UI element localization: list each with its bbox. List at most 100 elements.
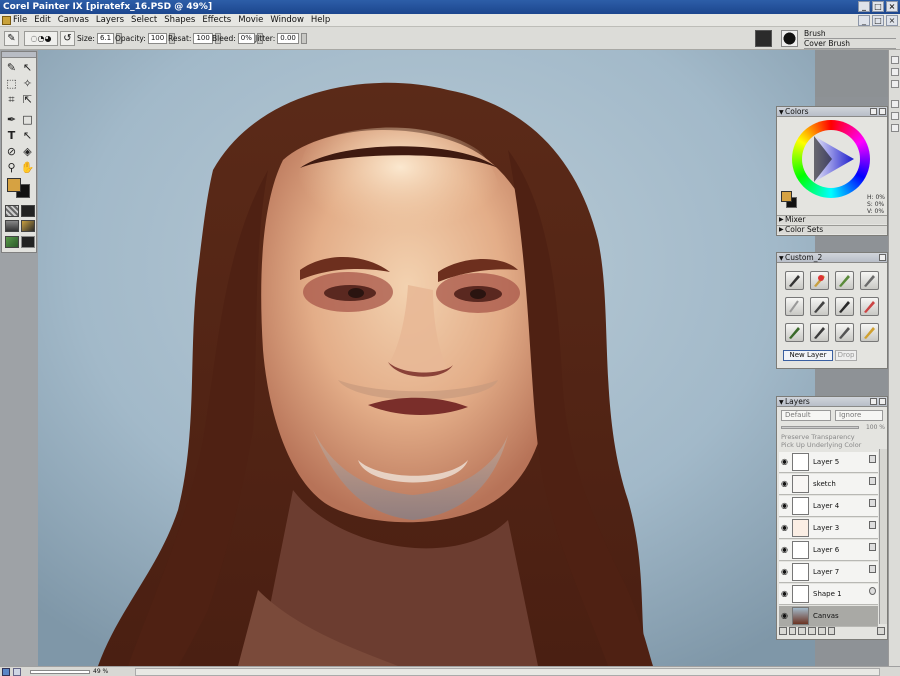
brush-preset-7-icon[interactable] [835, 297, 854, 316]
strip-icon-6[interactable] [891, 124, 899, 132]
layer-commands-icon[interactable] [779, 627, 787, 635]
menu-canvas[interactable]: Canvas [58, 15, 89, 25]
gradient-selector-icon[interactable] [21, 205, 35, 217]
brush-preset-11-icon[interactable] [835, 323, 854, 342]
visibility-eye-icon[interactable]: ◉ [781, 524, 789, 532]
hue-ring[interactable] [792, 120, 870, 198]
preserve-transparency-checkbox[interactable]: Preserve Transparency [781, 433, 855, 441]
visibility-eye-icon[interactable]: ◉ [781, 480, 789, 488]
opacity-slider[interactable] [781, 426, 859, 429]
menu-help[interactable]: Help [311, 15, 330, 25]
menu-edit[interactable]: Edit [34, 15, 50, 25]
menu-effects[interactable]: Effects [202, 15, 231, 25]
jitter-spinner[interactable] [300, 33, 307, 44]
layer-group-icon[interactable] [817, 627, 826, 635]
brush-preset-2-icon[interactable] [810, 271, 829, 290]
mixer-panel-header[interactable]: ▶ Mixer [777, 215, 887, 224]
menu-movie[interactable]: Movie [238, 15, 263, 25]
visibility-eye-icon[interactable]: ◉ [781, 546, 789, 554]
layer-row[interactable]: ◉ Layer 4 [779, 496, 878, 517]
doc-minimize-button[interactable]: _ [858, 15, 870, 26]
rectangle-shape-icon[interactable]: □ [20, 112, 35, 127]
panel-close-icon[interactable] [879, 398, 886, 405]
pick-up-underlying-color-checkbox[interactable]: Pick Up Underlying Color [781, 441, 861, 449]
brush-variant-icon[interactable] [781, 30, 798, 47]
shape-selection-icon[interactable]: ↖ [20, 128, 35, 143]
maximize-button[interactable]: □ [872, 1, 884, 12]
collapse-triangle-icon[interactable]: ▼ [779, 108, 784, 117]
jitter-input[interactable]: 0.00 [277, 33, 299, 44]
panel-main-color[interactable] [781, 191, 792, 202]
brush-preset-4-icon[interactable] [860, 271, 879, 290]
menu-file[interactable]: File [13, 15, 27, 25]
drawing-mode-icon[interactable] [2, 668, 10, 676]
brush-category-name[interactable]: Brush [804, 29, 896, 39]
document-canvas[interactable] [38, 50, 815, 666]
new-layer-icon[interactable] [798, 627, 807, 635]
collapse-triangle-icon[interactable]: ▼ [779, 254, 784, 263]
brush-tool-icon[interactable]: ✎ [4, 31, 19, 46]
brush-icon[interactable]: ✎ [4, 60, 19, 75]
strip-icon-5[interactable] [891, 112, 899, 120]
magnifier-icon[interactable]: ⚲ [4, 160, 19, 175]
panel-close-icon[interactable] [879, 108, 886, 115]
panel-options-icon[interactable] [870, 108, 877, 115]
custom-palette-header[interactable]: ▼ Custom_2 [777, 253, 887, 263]
dropper-icon[interactable]: ⊘ [4, 144, 19, 159]
minimize-button[interactable]: _ [858, 1, 870, 12]
nozzle-selector-icon[interactable] [5, 236, 19, 248]
grabber-hand-icon[interactable]: ✋ [20, 160, 35, 175]
doc-maximize-button[interactable]: □ [872, 15, 884, 26]
new-layer-button[interactable]: New Layer [783, 350, 833, 361]
brush-preset-9-icon[interactable] [785, 323, 804, 342]
menu-window[interactable]: Window [270, 15, 304, 25]
mask-icon[interactable] [808, 627, 816, 635]
menu-select[interactable]: Select [131, 15, 157, 25]
color-sets-panel-header[interactable]: ▶ Color Sets [777, 225, 887, 234]
visibility-eye-icon[interactable]: ◉ [781, 590, 789, 598]
app-menu-icon[interactable] [2, 16, 11, 25]
colors-panel-header[interactable]: ▼ Colors [777, 107, 887, 117]
layer-row[interactable]: ◉ Layer 5 [779, 452, 878, 473]
opacity-input[interactable]: 100 [147, 33, 168, 44]
collapse-triangle-icon[interactable]: ▼ [779, 398, 784, 407]
layer-row[interactable]: ◉ sketch [779, 474, 878, 495]
layer-row[interactable]: ◉ Layer 3 [779, 518, 878, 539]
layers-scrollbar[interactable] [879, 449, 887, 624]
composite-depth-select[interactable]: Ignore [835, 410, 883, 421]
brush-preset-1-icon[interactable] [785, 271, 804, 290]
panel-close-icon[interactable] [879, 254, 886, 261]
pen-icon[interactable]: ✒ [4, 112, 19, 127]
layer-row-selected[interactable]: ◉ Canvas [779, 606, 878, 627]
composite-method-select[interactable]: Default [781, 410, 831, 421]
doc-close-button[interactable]: × [886, 15, 898, 26]
layer-row[interactable]: ◉ Layer 7 [779, 562, 878, 583]
expand-triangle-icon[interactable]: ▶ [779, 216, 784, 224]
dynamic-plugins-icon[interactable] [788, 627, 797, 635]
menu-layers[interactable]: Layers [96, 15, 124, 25]
zoom-slider[interactable] [30, 670, 90, 674]
paper-selector-icon[interactable] [5, 205, 19, 217]
brush-preset-10-icon[interactable] [810, 323, 829, 342]
strip-icon-3[interactable] [891, 80, 899, 88]
strip-icon-2[interactable] [891, 68, 899, 76]
drop-button[interactable]: Drop [835, 350, 857, 361]
stroke-type-icons[interactable]: ◌◔◕ [24, 31, 58, 46]
layers-panel-header[interactable]: ▼ Layers [777, 397, 887, 407]
pattern-selector-icon[interactable] [5, 220, 19, 232]
brush-preset-12-icon[interactable] [860, 323, 879, 342]
paint-bucket-icon[interactable]: ◈ [20, 144, 35, 159]
expand-triangle-icon[interactable]: ▶ [779, 226, 784, 234]
brush-category-icon[interactable] [755, 30, 772, 47]
trash-icon[interactable] [877, 627, 886, 635]
reset-tool-icon[interactable]: ↺ [60, 31, 75, 46]
layer-adjust-icon[interactable] [827, 627, 836, 635]
size-input[interactable]: 6.1 [96, 33, 115, 44]
selection-adjuster-icon[interactable]: ⇱ [20, 92, 35, 107]
strip-icon-1[interactable] [891, 56, 899, 64]
layer-adjuster-icon[interactable]: ↖ [20, 60, 35, 75]
text-icon[interactable]: T [4, 128, 19, 143]
saturation-value-triangle[interactable] [802, 130, 860, 188]
magic-wand-icon[interactable]: ✧ [20, 76, 35, 91]
visibility-eye-icon[interactable]: ◉ [781, 568, 789, 576]
